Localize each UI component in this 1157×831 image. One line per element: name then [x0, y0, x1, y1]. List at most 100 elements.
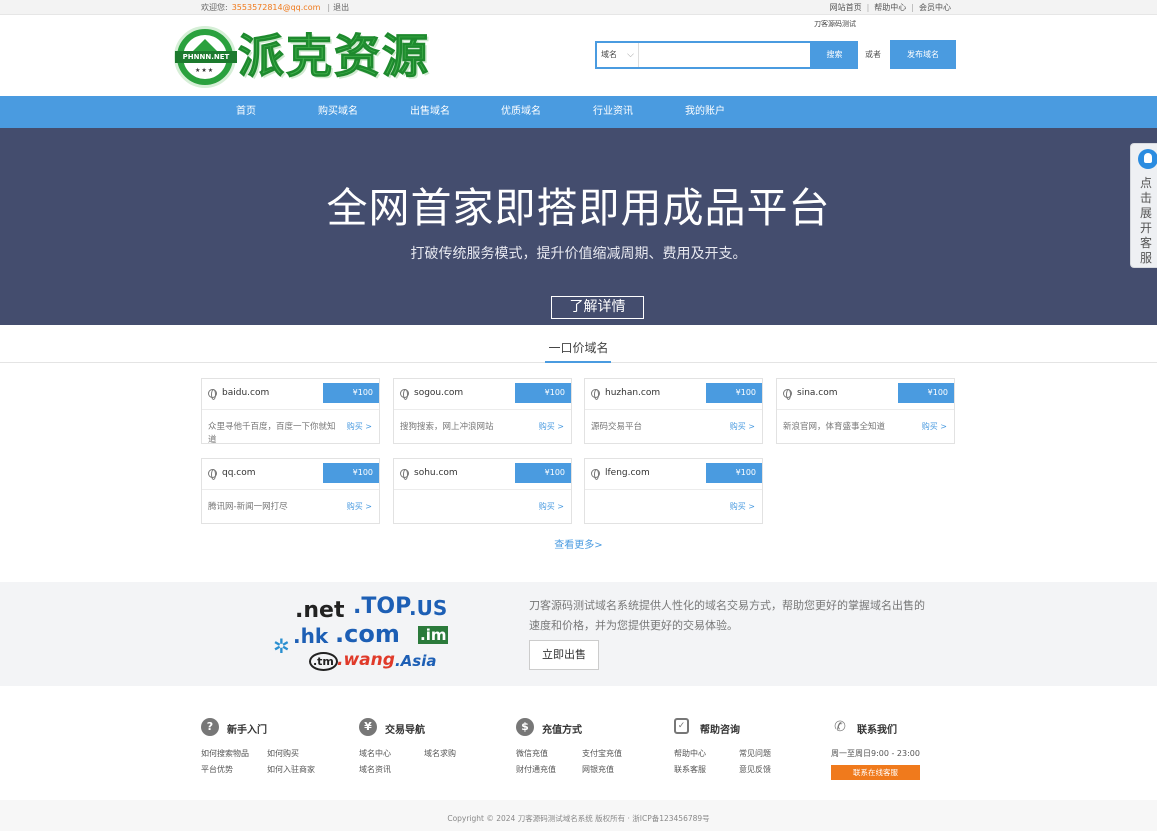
welcome-area: 欢迎您: 3553572814@qq.com | 退出	[201, 3, 350, 12]
footer-link[interactable]: 域名中心	[359, 748, 391, 759]
footer-col-title: 充值方式	[542, 725, 582, 736]
globe-icon	[400, 389, 409, 400]
section-title-fixed-price: 一口价域名	[548, 341, 609, 355]
buy-link[interactable]: 购买 >	[347, 421, 372, 432]
logout-link[interactable]: 退出	[333, 3, 349, 12]
footer-col-title: 新手入门	[227, 725, 267, 736]
main-nav: 首页 购买域名 出售域名 优质域名 行业资讯 我的账户	[0, 96, 1157, 128]
top-link-home[interactable]: 网站首页	[830, 3, 862, 12]
user-email-link[interactable]: 3553572814@qq.com	[232, 3, 321, 12]
footer-link[interactable]: 意见反馈	[739, 764, 771, 775]
tld-asia: .Asia	[395, 652, 437, 670]
logo-badge-icon: PHNNN.NET ★★★	[174, 26, 237, 88]
tld-hk: .hk	[293, 624, 329, 648]
tld-im: .im	[418, 626, 449, 644]
section-title-underline	[545, 361, 611, 363]
footer-link[interactable]: 财付通充值	[516, 764, 556, 775]
welcome-text: 欢迎您:	[201, 3, 228, 12]
chevron-down-icon: ⌵	[627, 50, 634, 60]
site-logo[interactable]: PHNNN.NET ★★★ 派克资源	[174, 24, 434, 88]
view-more-link[interactable]: 查看更多>	[0, 536, 1157, 551]
buy-link[interactable]: 购买 >	[922, 421, 947, 432]
online-service-button[interactable]: 联系在线客服	[831, 765, 920, 780]
logo-text: 派克资源	[238, 29, 430, 84]
footer-link[interactable]: 支付宝充值	[582, 748, 622, 759]
footer-link[interactable]: 如何购买	[267, 748, 299, 759]
footer-link[interactable]: 如何搜索物品	[201, 748, 249, 759]
footer-link[interactable]: 联系客服	[674, 764, 706, 775]
globe-icon	[208, 389, 217, 400]
footer-link[interactable]: 域名资讯	[359, 764, 391, 775]
globe-icon	[400, 469, 409, 480]
search-hint: 刀客源码测试	[814, 20, 856, 28]
nav-item-home[interactable]: 首页	[236, 96, 256, 128]
domain-name[interactable]: lfeng.com	[605, 468, 650, 478]
search-button[interactable]: 搜索	[811, 41, 858, 69]
domain-card[interactable]: lfeng.com ¥100 购买 >	[584, 458, 763, 524]
domain-card[interactable]: sohu.com ¥100 购买 >	[393, 458, 572, 524]
publish-domain-button[interactable]: 发布域名	[890, 40, 956, 69]
buy-link[interactable]: 购买 >	[347, 501, 372, 512]
buy-link[interactable]: 购买 >	[539, 501, 564, 512]
footer-col-help: ✓ 帮助咨询 帮助中心 常见问题 联系客服 意见反馈	[674, 718, 824, 774]
domain-name[interactable]: huzhan.com	[605, 388, 660, 398]
footer-col-title: 联系我们	[857, 725, 897, 736]
domain-desc: 搜狗搜索，网上冲浪网站	[400, 422, 494, 432]
domain-desc: 源码交易平台	[591, 422, 643, 432]
footer-link[interactable]: 平台优势	[201, 764, 233, 775]
nav-item-premium[interactable]: 优质域名	[501, 96, 541, 128]
tld-wang: .wang	[337, 650, 395, 670]
chat-bell-icon	[1138, 149, 1157, 169]
footer-col-trade: ¥ 交易导航 域名中心 域名求购 域名资讯	[359, 718, 509, 774]
phone-icon: ✆	[834, 719, 846, 735]
footer-link[interactable]: 常见问题	[739, 748, 771, 759]
logo-badge-text: PHNNN.NET	[175, 51, 237, 63]
domain-name[interactable]: sohu.com	[414, 468, 458, 478]
domain-card[interactable]: sina.com ¥100 新浪官网，体育盛事全知道 购买 >	[776, 378, 955, 444]
domain-name[interactable]: sina.com	[797, 388, 838, 398]
search-input[interactable]	[640, 43, 810, 67]
domain-name[interactable]: baidu.com	[222, 388, 269, 398]
footer-col-recharge: $ 充值方式 微信充值 支付宝充值 财付通充值 网银充值	[516, 718, 666, 774]
nav-item-sell[interactable]: 出售域名	[410, 96, 450, 128]
tld-tm: .tm	[309, 652, 338, 671]
domain-price: ¥100	[706, 463, 762, 483]
footer-link[interactable]: 域名求购	[424, 748, 456, 759]
footer-col-contact: ✆ 联系我们 周一至周日9:00 - 23:00 联系在线客服	[831, 718, 981, 780]
domain-name[interactable]: sogou.com	[414, 388, 463, 398]
search-type-value: 域名	[601, 50, 617, 59]
service-hours: 周一至周日9:00 - 23:00	[831, 749, 920, 758]
banner-subtitle: 打破传统服务模式，提升价值缩减周期、费用及开支。	[410, 246, 747, 262]
domain-price: ¥100	[515, 383, 571, 403]
domain-price: ¥100	[706, 383, 762, 403]
user-money-icon: $	[516, 718, 534, 736]
learn-more-button[interactable]: 了解详情	[551, 296, 644, 319]
buy-link[interactable]: 购买 >	[539, 421, 564, 432]
footer-link[interactable]: 帮助中心	[674, 748, 706, 759]
top-link-member[interactable]: 会员中心	[919, 3, 951, 12]
buy-link[interactable]: 购买 >	[730, 421, 755, 432]
domain-card[interactable]: baidu.com ¥100 众里寻他千百度，百度一下你就知道 购买 >	[201, 378, 380, 445]
customer-service-widget[interactable]: 点击展开客服	[1130, 143, 1157, 268]
domain-name[interactable]: qq.com	[222, 468, 256, 478]
nav-item-news[interactable]: 行业资讯	[593, 96, 633, 128]
footer-col-title: 交易导航	[385, 725, 425, 736]
buy-link[interactable]: 购买 >	[730, 501, 755, 512]
footer-link[interactable]: 网银充值	[582, 764, 614, 775]
tld-us: .US	[409, 596, 448, 620]
domain-card[interactable]: huzhan.com ¥100 源码交易平台 购买 >	[584, 378, 763, 444]
footer-col-beginner: ? 新手入门 如何搜索物品 如何购买 平台优势 如何入驻商家	[201, 718, 351, 774]
top-bar: 欢迎您: 3553572814@qq.com | 退出 网站首页 | 帮助中心 | 会员中心	[0, 0, 1157, 15]
logo-stars: ★★★	[195, 67, 215, 74]
footer-link[interactable]: 如何入驻商家	[267, 764, 315, 775]
search-type-select[interactable]: 域名 ⌵	[597, 43, 639, 67]
sell-section: 刀客源码测试域名系统提供人性化的域名交易方式，帮助您更好的掌握域名出售的速度和价…	[0, 582, 1157, 686]
domain-card[interactable]: sogou.com ¥100 搜狗搜索，网上冲浪网站 购买 >	[393, 378, 572, 444]
footer-link[interactable]: 微信充值	[516, 748, 548, 759]
nav-item-account[interactable]: 我的账户	[685, 96, 725, 128]
sell-now-button[interactable]: 立即出售	[529, 640, 599, 670]
nav-item-buy[interactable]: 购买域名	[318, 96, 358, 128]
top-link-help[interactable]: 帮助中心	[874, 3, 906, 12]
domain-card[interactable]: qq.com ¥100 腾讯网-新闻一网打尽 购买 >	[201, 458, 380, 524]
copyright: Copyright © 2024 刀客源码测试域名系统 版权所有 · 浙ICP备…	[447, 814, 710, 823]
